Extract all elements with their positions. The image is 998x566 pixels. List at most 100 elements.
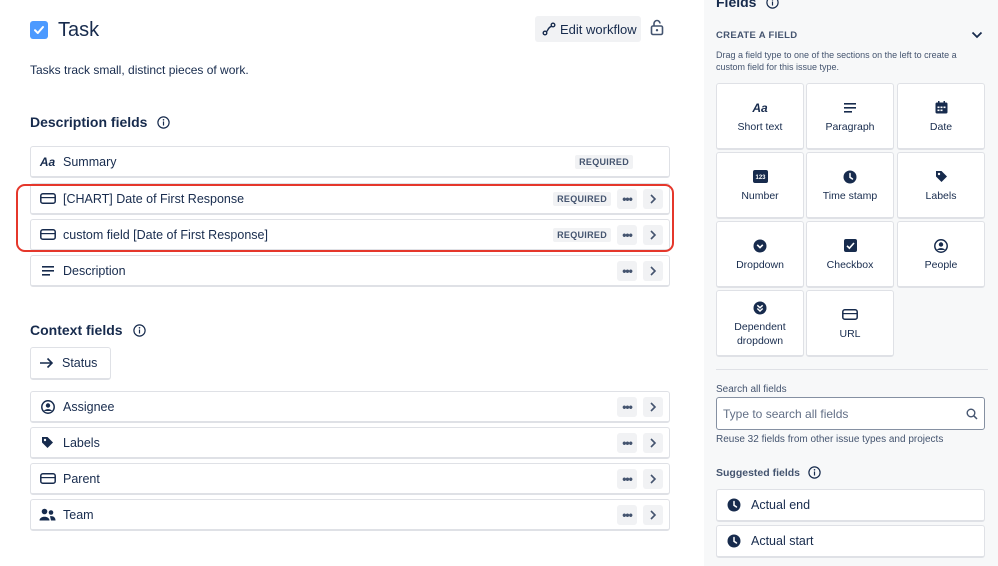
chevron-circle-icon xyxy=(753,237,767,255)
status-label: Status xyxy=(62,356,98,370)
chevron-right-icon xyxy=(650,473,657,484)
tile-label: Checkbox xyxy=(826,258,874,271)
field-type-short-text[interactable]: Aa Short text xyxy=(716,83,804,150)
field-type-labels[interactable]: Labels xyxy=(897,152,985,219)
fields-sidebar-title: Fields xyxy=(716,0,757,10)
status-field-chip[interactable]: Status xyxy=(30,347,111,380)
chevron-right-icon xyxy=(650,437,657,448)
field-type-checkbox[interactable]: Checkbox xyxy=(806,221,894,288)
expand-button[interactable] xyxy=(643,504,663,525)
info-icon[interactable] xyxy=(157,115,171,129)
field-row-description[interactable]: Description ••• xyxy=(30,255,670,287)
context-fields-heading: Context fields xyxy=(30,322,146,338)
field-type-paragraph[interactable]: Paragraph xyxy=(806,83,894,150)
lines-icon xyxy=(31,265,63,276)
tile-label: Short text xyxy=(737,120,783,133)
info-icon[interactable] xyxy=(808,466,821,479)
arrow-right-icon xyxy=(40,357,54,369)
field-type-people[interactable]: People xyxy=(897,221,985,288)
field-row-labels[interactable]: Labels ••• xyxy=(30,427,670,459)
suggested-fields-title: Suggested fields xyxy=(716,466,801,479)
description-fields-heading: Description fields xyxy=(30,114,171,130)
expand-button[interactable] xyxy=(643,396,663,417)
fields-sidebar-heading: Fields xyxy=(716,0,780,10)
text-aa-icon: Aa xyxy=(752,100,768,115)
reuse-fields-text: Reuse 32 fields from other issue types a… xyxy=(716,434,944,445)
checkbox-icon xyxy=(843,237,857,255)
field-box-icon xyxy=(31,473,63,484)
more-actions-button[interactable]: ••• xyxy=(617,504,637,525)
info-icon[interactable] xyxy=(132,323,146,337)
suggested-field-label: Actual start xyxy=(751,534,814,548)
more-actions-button[interactable]: ••• xyxy=(617,468,637,489)
field-row-assignee[interactable]: Assignee ••• xyxy=(30,391,670,423)
more-icon: ••• xyxy=(622,471,633,486)
issue-type-header: Task xyxy=(30,16,99,44)
more-icon: ••• xyxy=(622,435,633,450)
tag-icon xyxy=(31,436,63,449)
edit-workflow-button[interactable]: Edit workflow xyxy=(535,16,641,42)
field-row-parent[interactable]: Parent ••• xyxy=(30,463,670,495)
unlock-icon[interactable] xyxy=(650,19,664,36)
field-type-date[interactable]: Date xyxy=(897,83,985,150)
field-box-icon xyxy=(842,306,858,324)
person-circle-icon xyxy=(934,237,948,255)
create-field-description: Drag a field type to one of the sections… xyxy=(716,50,957,72)
people-icon xyxy=(31,508,63,521)
clock-icon xyxy=(727,498,741,512)
tile-label: People xyxy=(924,258,958,271)
more-icon: ••• xyxy=(622,507,633,522)
paragraph-icon xyxy=(844,99,856,117)
tile-label: URL xyxy=(839,327,861,340)
create-field-heading: CREATE A FIELD xyxy=(716,30,798,41)
field-label: Team xyxy=(63,507,94,522)
search-label: Search all fields xyxy=(716,384,787,395)
edit-workflow-label: Edit workflow xyxy=(560,21,637,37)
field-label: Summary xyxy=(63,154,117,169)
suggested-field-actual-start[interactable]: Actual start xyxy=(716,525,985,558)
expand-button[interactable] xyxy=(643,432,663,453)
field-label: Parent xyxy=(63,471,100,486)
divider xyxy=(716,369,988,370)
field-type-dependent-dropdown[interactable]: Dependent dropdown xyxy=(716,290,804,357)
field-type-number[interactable]: 123 Number xyxy=(716,152,804,219)
context-fields-title: Context fields xyxy=(30,322,123,338)
more-actions-button[interactable]: ••• xyxy=(617,432,637,453)
suggested-field-actual-end[interactable]: Actual end xyxy=(716,489,985,522)
field-row-summary[interactable]: Aa Summary REQUIRED xyxy=(30,146,670,178)
required-badge: REQUIRED xyxy=(575,154,633,169)
more-actions-button[interactable]: ••• xyxy=(617,396,637,417)
description-fields-title: Description fields xyxy=(30,114,148,130)
clock-icon xyxy=(843,168,857,186)
double-chevron-circle-icon xyxy=(753,299,767,317)
text-aa-icon: Aa xyxy=(39,154,56,169)
chevron-right-icon xyxy=(650,265,657,276)
more-actions-button[interactable]: ••• xyxy=(617,260,637,281)
info-icon[interactable] xyxy=(766,0,780,9)
svg-text:123: 123 xyxy=(755,175,766,181)
tile-label: Dependent dropdown xyxy=(734,320,786,347)
chevron-right-icon xyxy=(650,509,657,520)
field-row-team[interactable]: Team ••• xyxy=(30,499,670,531)
field-label: Description xyxy=(63,263,126,278)
fields-sidebar: Fields CREATE A FIELD Drag a field type … xyxy=(704,0,998,566)
number-icon: 123 xyxy=(752,168,768,186)
expand-button[interactable] xyxy=(643,260,663,281)
field-type-time-stamp[interactable]: Time stamp xyxy=(806,152,894,219)
field-label: Labels xyxy=(63,435,100,450)
field-label: Assignee xyxy=(63,399,115,414)
workflow-icon xyxy=(542,22,556,36)
expand-button[interactable] xyxy=(643,468,663,489)
search-field-container xyxy=(716,397,985,430)
chevron-down-icon[interactable] xyxy=(970,28,984,42)
task-checkbox-icon xyxy=(30,21,48,39)
search-input[interactable] xyxy=(723,406,966,421)
suggested-fields-heading: Suggested fields xyxy=(716,466,821,479)
issue-type-layout-pane: Task Edit workflow Tasks track small, di… xyxy=(0,0,704,566)
field-type-dropdown[interactable]: Dropdown xyxy=(716,221,804,288)
chevron-right-icon xyxy=(650,401,657,412)
field-type-url[interactable]: URL xyxy=(806,290,894,357)
tile-label: Time stamp xyxy=(822,189,878,202)
more-icon: ••• xyxy=(622,399,633,414)
tile-label: Dropdown xyxy=(736,258,784,271)
